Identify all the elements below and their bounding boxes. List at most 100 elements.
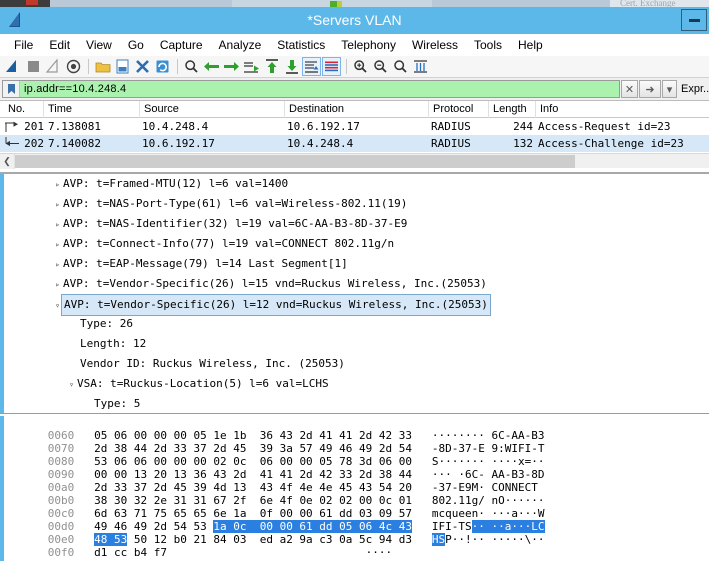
detail-row-label: AVP: t=NAS-Identifier(32) l=19 val=6C-AA… bbox=[63, 217, 408, 230]
expand-triangle-icon[interactable]: ▹ bbox=[52, 275, 63, 295]
column-header-no[interactable]: No. bbox=[4, 101, 44, 118]
stop-capture-icon[interactable] bbox=[24, 57, 43, 76]
scrollbar-thumb[interactable] bbox=[15, 154, 575, 168]
detail-row[interactable]: ▿ VSA: t=Ruckus-Location(5) l=6 val=LCHS bbox=[0, 374, 709, 394]
menu-item-view[interactable]: View bbox=[78, 36, 120, 54]
hex-row[interactable]: 0080 53 06 06 00 00 00 02 0c 06 00 00 05… bbox=[0, 442, 709, 468]
menu-bar: File Edit View Go Capture Analyze Statis… bbox=[0, 34, 709, 56]
cell-source: 10.6.192.17 bbox=[142, 137, 215, 150]
resize-columns-icon[interactable] bbox=[411, 57, 430, 76]
hex-row-selected[interactable]: 00e0 48 53 50 12 b0 21 84 03 ed a2 9a c3… bbox=[0, 520, 709, 546]
detail-row[interactable]: Vendor ID: Ruckus Wireless, Inc. (25053) bbox=[0, 354, 709, 374]
detail-row[interactable]: ▹ AVP: t=EAP-Message(79) l=14 Last Segmen… bbox=[0, 254, 709, 274]
expand-triangle-icon[interactable]: ▹ bbox=[52, 195, 63, 215]
hex-row[interactable]: 00b0 38 30 32 2e 31 31 67 2f 6e 4f 0e 02… bbox=[0, 481, 709, 507]
window-title: *Servers VLAN bbox=[307, 12, 402, 28]
open-file-icon[interactable] bbox=[93, 57, 112, 76]
detail-row-label: AVP: t=Vendor-Specific(26) l=15 vnd=Ruck… bbox=[63, 277, 487, 290]
auto-scroll-icon[interactable] bbox=[302, 57, 321, 76]
save-file-icon[interactable] bbox=[113, 57, 132, 76]
scroll-left-icon[interactable]: ❮ bbox=[0, 153, 15, 169]
capture-options-icon[interactable] bbox=[64, 57, 83, 76]
table-row[interactable]: 201 7.138081 10.4.248.4 10.6.192.17 RADI… bbox=[0, 118, 709, 135]
menu-item-go[interactable]: Go bbox=[120, 36, 152, 54]
go-back-icon[interactable] bbox=[202, 57, 221, 76]
detail-row[interactable]: ▹ AVP: t=NAS-Port-Type(61) l=6 val=Wirele… bbox=[0, 194, 709, 214]
restart-capture-icon[interactable] bbox=[44, 57, 63, 76]
column-header-time[interactable]: Time bbox=[44, 101, 140, 118]
zoom-in-icon[interactable] bbox=[351, 57, 370, 76]
detail-row[interactable]: Type: 5 bbox=[0, 394, 709, 413]
go-to-last-packet-icon[interactable] bbox=[282, 57, 301, 76]
menu-item-analyze[interactable]: Analyze bbox=[211, 36, 270, 54]
zoom-out-icon[interactable] bbox=[371, 57, 390, 76]
colorize-packets-icon[interactable] bbox=[322, 57, 341, 76]
cell-info: Access-Request id=23 bbox=[538, 120, 671, 133]
detail-row[interactable]: ▹ AVP: t=Vendor-Specific(26) l=15 vnd=Ruc… bbox=[0, 274, 709, 294]
detail-row[interactable]: ▹ AVP: t=Connect-Info(77) l=19 val=CONNEC… bbox=[0, 234, 709, 254]
expand-triangle-icon[interactable]: ▹ bbox=[52, 235, 63, 255]
go-forward-icon[interactable] bbox=[222, 57, 241, 76]
hex-row-selected[interactable]: 00d0 49 46 49 2d 54 53 1a 0c 00 00 61 dd… bbox=[0, 507, 709, 533]
menu-item-tools[interactable]: Tools bbox=[466, 36, 510, 54]
hex-row[interactable]: 00a0 2d 33 37 2d 45 39 4d 13 43 4f 4e 4e… bbox=[0, 468, 709, 494]
clear-filter-button[interactable]: ✕ bbox=[621, 80, 638, 98]
column-header-source[interactable]: Source bbox=[140, 101, 285, 118]
column-header-destination[interactable]: Destination bbox=[285, 101, 429, 118]
close-file-icon[interactable] bbox=[133, 57, 152, 76]
start-capture-icon[interactable] bbox=[4, 57, 23, 76]
detail-row-label: Type: 5 bbox=[94, 397, 141, 410]
detail-row[interactable]: ▹ AVP: t=Framed-MTU(12) l=6 val=1400 bbox=[0, 174, 709, 194]
wireshark-window: Cert. Exchange *Servers VLAN File Edit V… bbox=[0, 0, 709, 561]
main-toolbar bbox=[0, 56, 709, 78]
expand-triangle-icon[interactable]: ▹ bbox=[52, 175, 63, 195]
display-filter-input[interactable]: ip.addr==10.4.248.4 bbox=[2, 80, 620, 98]
menu-item-wireless[interactable]: Wireless bbox=[404, 36, 466, 54]
minimize-icon bbox=[688, 18, 700, 22]
expand-triangle-icon[interactable]: ▹ bbox=[52, 255, 63, 275]
detail-row[interactable]: Length: 12 bbox=[0, 334, 709, 354]
cell-length: 132 bbox=[513, 137, 533, 150]
menu-item-help[interactable]: Help bbox=[510, 36, 551, 54]
hex-row[interactable]: 0090 00 00 13 20 13 36 43 2d 41 41 2d 42… bbox=[0, 455, 709, 481]
hex-row[interactable]: 0070 2d 38 44 2d 33 37 2d 45 39 3a 57 49… bbox=[0, 429, 709, 455]
menu-item-capture[interactable]: Capture bbox=[152, 36, 211, 54]
cell-protocol: RADIUS bbox=[431, 120, 471, 133]
detail-row-label: AVP: t=Connect-Info(77) l=19 val=CONNECT… bbox=[63, 237, 395, 250]
table-row[interactable]: 202 7.140082 10.6.192.17 10.4.248.4 RADI… bbox=[0, 135, 709, 152]
cell-source: 10.4.248.4 bbox=[142, 120, 209, 133]
menu-item-telephony[interactable]: Telephony bbox=[333, 36, 404, 54]
filter-history-dropdown[interactable]: ▾ bbox=[662, 80, 677, 98]
menu-item-statistics[interactable]: Statistics bbox=[269, 36, 333, 54]
cell-length: 244 bbox=[513, 120, 533, 133]
detail-row-selected[interactable]: ▿ AVP: t=Vendor-Specific(26) l=12 vnd=Ruc… bbox=[0, 294, 709, 316]
menu-item-file[interactable]: File bbox=[6, 36, 41, 54]
go-to-packet-icon[interactable] bbox=[242, 57, 261, 76]
hex-row[interactable]: 00c0 6d 63 71 75 65 65 6e 1a 0f 00 00 61… bbox=[0, 494, 709, 520]
column-header-info[interactable]: Info bbox=[536, 101, 709, 118]
column-header-length[interactable]: Length bbox=[489, 101, 536, 118]
menu-item-edit[interactable]: Edit bbox=[41, 36, 78, 54]
column-header-protocol[interactable]: Protocol bbox=[429, 101, 489, 118]
display-filter-value[interactable]: ip.addr==10.4.248.4 bbox=[20, 83, 619, 95]
detail-row[interactable]: Type: 26 bbox=[0, 314, 709, 334]
detail-row-label: VSA: t=Ruckus-Location(5) l=6 val=LCHS bbox=[77, 377, 329, 390]
detail-row-label: AVP: t=NAS-Port-Type(61) l=6 val=Wireles… bbox=[63, 197, 408, 210]
packet-list-horizontal-scrollbar[interactable]: ❮ bbox=[0, 153, 709, 169]
reload-file-icon[interactable] bbox=[153, 57, 172, 76]
apply-filter-button[interactable]: ➜ bbox=[639, 80, 661, 98]
hex-row[interactable]: 0060 05 06 00 00 00 05 1e 1b 36 43 2d 41… bbox=[0, 416, 709, 442]
desktop-background-strip: Cert. Exchange bbox=[0, 0, 709, 7]
find-packet-icon[interactable] bbox=[182, 57, 201, 76]
go-to-first-packet-icon[interactable] bbox=[262, 57, 281, 76]
packet-list-pane: No. Time Source Destination Protocol Len… bbox=[0, 100, 709, 169]
cell-protocol: RADIUS bbox=[431, 137, 471, 150]
minimize-button[interactable] bbox=[681, 9, 707, 31]
normal-size-icon[interactable] bbox=[391, 57, 410, 76]
filter-expression-button[interactable]: Expr... bbox=[681, 83, 709, 95]
collapse-triangle-icon[interactable]: ▿ bbox=[66, 375, 77, 395]
hex-row[interactable]: 00f0 d1 cc b4 f7 ···· bbox=[0, 533, 709, 559]
detail-row[interactable]: ▹ AVP: t=NAS-Identifier(32) l=19 val=6C-A… bbox=[0, 214, 709, 234]
bookmark-icon[interactable] bbox=[3, 81, 20, 97]
expand-triangle-icon[interactable]: ▹ bbox=[52, 215, 63, 235]
